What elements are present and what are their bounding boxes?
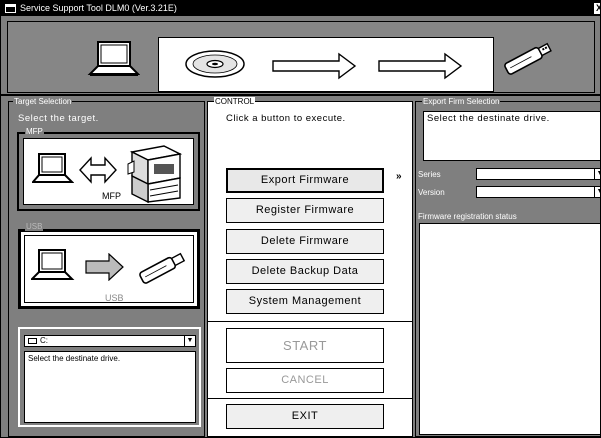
usb-drive-icon bbox=[504, 42, 552, 75]
laptop-icon bbox=[87, 41, 140, 76]
printer-icon bbox=[127, 145, 183, 204]
drive-group: C: ▼ Select the destinate drive. bbox=[18, 327, 201, 427]
laptop-icon bbox=[32, 153, 74, 183]
series-label: Series bbox=[418, 170, 441, 179]
drive-value: C: bbox=[40, 336, 48, 345]
export-firmware-button[interactable]: Export Firmware bbox=[226, 168, 384, 193]
mfp-target-button[interactable]: MFP MFP bbox=[17, 127, 200, 211]
chevron-down-icon[interactable]: ▼ bbox=[594, 168, 600, 180]
export-selection-panel: Export Firm Selection Select the destina… bbox=[415, 97, 600, 437]
separator bbox=[208, 321, 412, 322]
mfp-group-label: MFP bbox=[25, 127, 44, 136]
laptop-icon bbox=[31, 249, 75, 280]
delete-firmware-button[interactable]: Delete Firmware bbox=[226, 229, 384, 254]
usb-group-label: USB bbox=[25, 222, 44, 231]
exit-button[interactable]: EXIT bbox=[226, 404, 384, 429]
chevron-down-icon[interactable]: ▼ bbox=[184, 335, 196, 347]
control-panel: CONTROL Click a button to execute. Expor… bbox=[207, 97, 413, 437]
usb-target-button[interactable]: USB USB bbox=[18, 222, 200, 309]
firmware-status-list[interactable] bbox=[419, 223, 600, 435]
arrow-right-icon bbox=[378, 52, 463, 80]
app-icon bbox=[5, 4, 16, 13]
control-label: CONTROL bbox=[214, 97, 256, 106]
system-management-button[interactable]: System Management bbox=[226, 289, 384, 314]
target-hint: Select the target. bbox=[18, 113, 99, 124]
arrow-right-icon bbox=[85, 253, 124, 281]
banner bbox=[1, 16, 600, 96]
series-select[interactable]: ▼ bbox=[476, 168, 600, 180]
app-window: Service Support Tool DLM0 (Ver.3.21E) X bbox=[0, 0, 601, 438]
usb-caption: USB bbox=[105, 293, 124, 303]
drive-message: Select the destinate drive. bbox=[24, 351, 196, 423]
mfp-target-illustration: MFP bbox=[23, 138, 194, 205]
version-label: Version bbox=[418, 188, 445, 197]
target-selection-panel: Target Selection Select the target. MFP bbox=[8, 97, 205, 437]
mfp-caption: MFP bbox=[102, 191, 121, 201]
cancel-button[interactable]: CANCEL bbox=[226, 368, 384, 393]
window-title: Service Support Tool DLM0 (Ver.3.21E) bbox=[20, 3, 177, 13]
register-firmware-button[interactable]: Register Firmware bbox=[226, 198, 384, 223]
arrow-right-icon bbox=[272, 52, 357, 80]
start-button[interactable]: START bbox=[226, 328, 384, 363]
double-arrow-icon bbox=[79, 156, 117, 184]
version-select[interactable]: ▼ bbox=[476, 186, 600, 198]
banner-frame bbox=[7, 21, 595, 93]
firmware-status-label: Firmware registration status bbox=[418, 212, 517, 221]
drive-icon bbox=[28, 338, 37, 344]
drive-select[interactable]: C: ▼ bbox=[24, 335, 196, 347]
selected-indicator-icon: » bbox=[396, 171, 401, 182]
usb-drive-icon bbox=[139, 252, 186, 284]
delete-backup-data-button[interactable]: Delete Backup Data bbox=[226, 259, 384, 284]
control-hint: Click a button to execute. bbox=[226, 113, 346, 124]
title-bar: Service Support Tool DLM0 (Ver.3.21E) X bbox=[1, 1, 600, 16]
close-button[interactable]: X bbox=[594, 3, 600, 14]
chevron-down-icon[interactable]: ▼ bbox=[594, 186, 600, 198]
usb-target-illustration: USB bbox=[24, 235, 194, 303]
separator bbox=[208, 398, 412, 399]
export-message: Select the destinate drive. bbox=[423, 111, 600, 161]
transfer-stage bbox=[158, 37, 494, 92]
disc-icon bbox=[185, 50, 245, 78]
target-selection-label: Target Selection bbox=[13, 97, 73, 106]
export-selection-label: Export Firm Selection bbox=[422, 97, 501, 106]
